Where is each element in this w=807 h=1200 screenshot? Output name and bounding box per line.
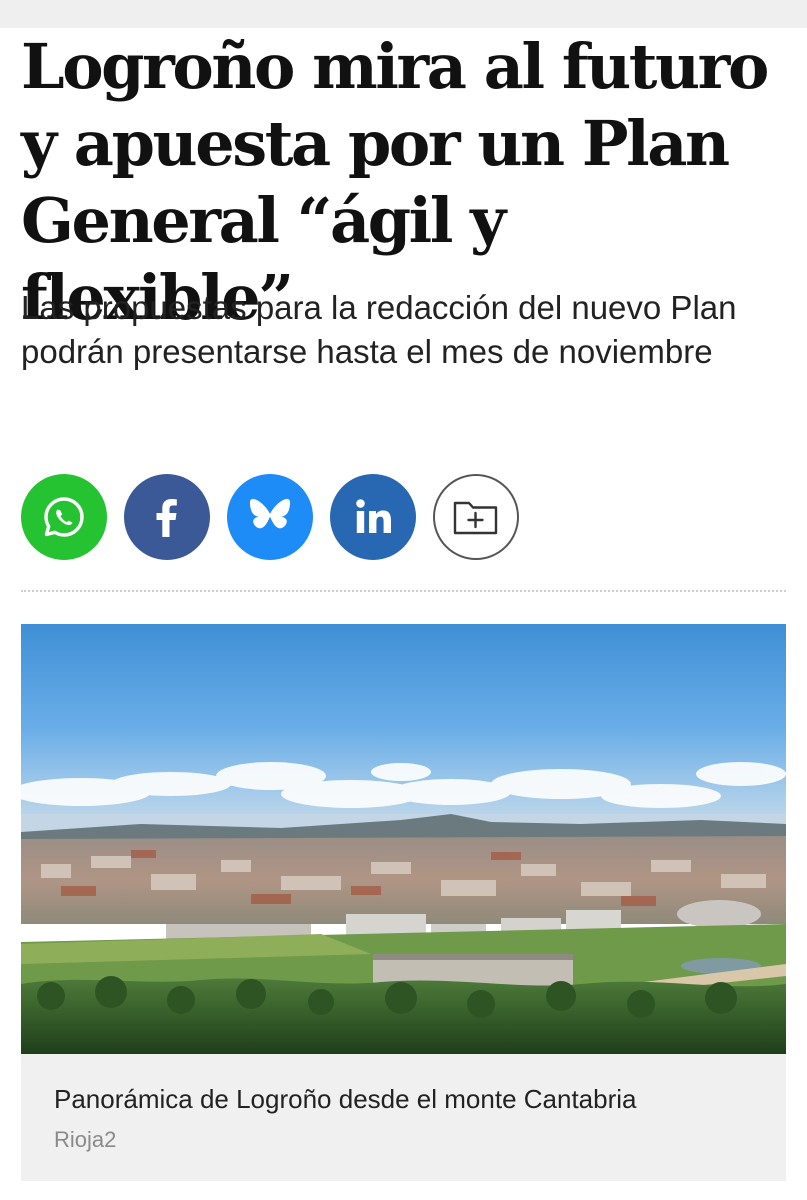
linkedin-icon	[356, 499, 391, 533]
share-buttons	[21, 474, 519, 560]
linkedin-share-button[interactable]	[330, 474, 416, 560]
save-to-folder-button[interactable]	[433, 474, 519, 560]
section-divider	[21, 590, 786, 592]
article-photo	[21, 624, 786, 1054]
article-subheadline: Las propuestas para la redacción del nue…	[21, 289, 737, 370]
top-bar	[0, 0, 807, 28]
whatsapp-icon	[44, 497, 84, 537]
folder-plus-icon	[453, 501, 498, 535]
bluesky-share-button[interactable]	[227, 474, 313, 560]
facebook-icon	[156, 499, 177, 537]
photo-credit: Rioja2	[54, 1127, 117, 1152]
photo-caption: Panorámica de Logroño desde el monte Can…	[54, 1084, 637, 1114]
bluesky-butterfly-icon	[249, 498, 291, 529]
photo-caption-box: Panorámica de Logroño desde el monte Can…	[21, 1054, 786, 1181]
facebook-share-button[interactable]	[124, 474, 210, 560]
whatsapp-share-button[interactable]	[21, 474, 107, 560]
article-figure: Panorámica de Logroño desde el monte Can…	[21, 624, 786, 1181]
